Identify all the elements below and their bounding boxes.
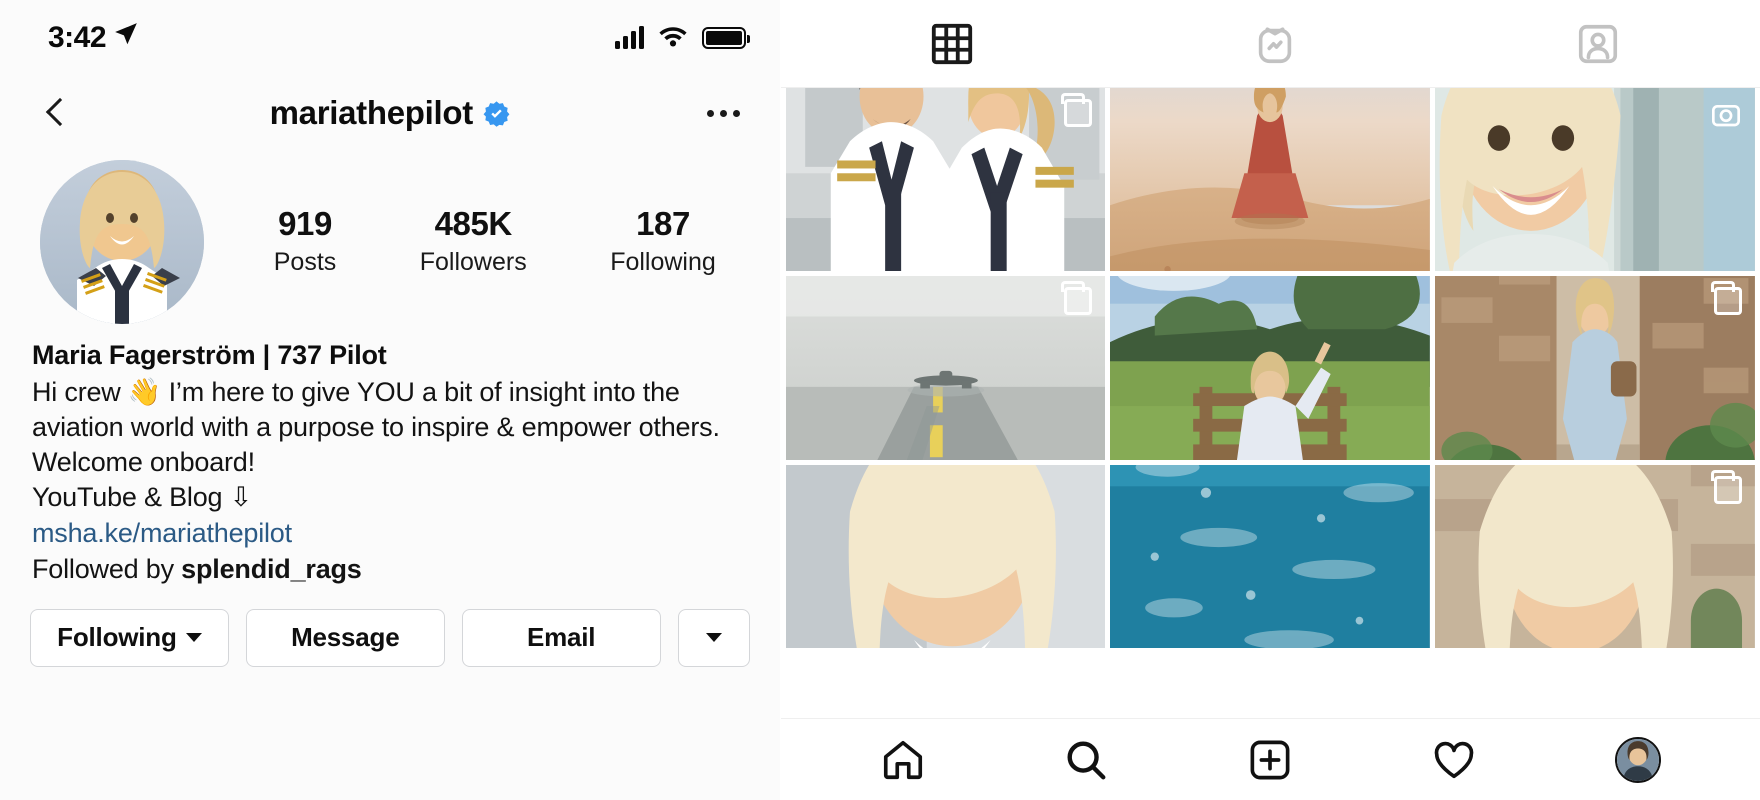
profile-navbar: mariathepilot <box>0 76 780 150</box>
following-label: Following <box>610 248 716 277</box>
bio-line-3: Welcome onboard! <box>32 447 255 478</box>
multi-post-icon <box>1061 281 1093 317</box>
bottom-navigation-bar <box>780 718 1760 800</box>
status-bar: 3:42 <box>0 0 780 76</box>
followed-by-user: splendid_rags <box>181 554 362 585</box>
avatar[interactable] <box>40 160 204 324</box>
status-time-group: 3:42 <box>48 21 139 55</box>
igtv-tab[interactable] <box>1114 0 1437 87</box>
status-icons <box>614 24 750 52</box>
table-row[interactable] <box>1435 88 1755 272</box>
camera-icon <box>1710 99 1742 131</box>
profile-link[interactable]: msha.ke/mariathepilot <box>32 516 748 552</box>
followed-by[interactable]: Followed by splendid_rags <box>32 551 748 589</box>
more-options-icon[interactable] <box>706 109 740 117</box>
chevron-down-icon <box>185 633 202 643</box>
profile-summary-row: 919 Posts 485K Followers 187 Following <box>0 150 780 324</box>
posts-label: Posts <box>273 248 337 277</box>
table-row[interactable] <box>785 464 1106 648</box>
grid-tab[interactable] <box>791 0 1114 87</box>
bio-line-4: YouTube & Blog ⇩ <box>32 482 253 513</box>
table-row[interactable] <box>1110 276 1431 460</box>
table-row[interactable] <box>1435 464 1755 648</box>
location-arrow-icon <box>113 21 139 55</box>
profile-username: mariathepilot <box>269 94 474 131</box>
bio-line-2: aviation world with a purpose to inspire… <box>32 412 720 443</box>
followers-count: 485K <box>434 205 513 243</box>
search-icon[interactable] <box>1063 737 1109 783</box>
chevron-down-icon <box>705 633 722 643</box>
posts-panel <box>779 0 1760 800</box>
table-row[interactable] <box>785 88 1106 272</box>
table-row[interactable] <box>1110 88 1431 272</box>
profile-bio: Maria Fagerström | 737 Pilot Hi crew 👋 I… <box>0 324 780 589</box>
plus-square-icon[interactable] <box>1247 737 1293 783</box>
posts-grid <box>780 88 1760 648</box>
following-button-label: Following <box>57 622 177 653</box>
avatar <box>1615 736 1661 783</box>
back-chevron-icon[interactable] <box>40 98 70 128</box>
multi-post-icon <box>1711 469 1742 506</box>
multi-post-icon <box>1061 93 1093 129</box>
battery-full-icon <box>701 27 750 49</box>
following-button[interactable]: Following <box>30 608 229 667</box>
home-icon[interactable] <box>880 737 926 783</box>
followers-label: Followers <box>419 248 527 277</box>
posts-count: 919 <box>278 205 332 243</box>
table-row[interactable] <box>1435 276 1755 460</box>
stat-posts[interactable]: 919 Posts <box>274 205 337 278</box>
table-row[interactable] <box>785 276 1106 460</box>
cellular-signal-icon <box>614 26 644 49</box>
multi-post-icon <box>1711 281 1742 317</box>
wifi-icon <box>658 24 688 52</box>
profile-action-buttons: Following Message Email <box>0 589 780 667</box>
bio-line-1: Hi crew 👋 I’m here to give YOU a bit of … <box>32 377 680 408</box>
instagram-profile-screen: 3:42 mariathepilot 919 Posts 485K Follow… <box>0 0 1760 800</box>
profile-full-name: Maria Fagerström | 737 Pilot <box>32 340 387 370</box>
table-row[interactable] <box>1110 464 1431 648</box>
status-time: 3:42 <box>48 21 107 54</box>
followed-by-prefix: Followed by <box>32 554 182 585</box>
message-button-label: Message <box>291 622 400 653</box>
profile-tab-bar <box>780 0 1760 88</box>
more-actions-button[interactable] <box>677 608 750 667</box>
profile-username-group: mariathepilot <box>0 94 780 132</box>
message-button[interactable]: Message <box>245 608 445 667</box>
email-button-label: Email <box>526 622 596 653</box>
profile-stats: 919 Posts 485K Followers 187 Following <box>204 205 780 278</box>
stat-followers[interactable]: 485K Followers <box>420 205 527 278</box>
profile-panel: 3:42 mariathepilot 919 Posts 485K Follow… <box>0 0 780 800</box>
heart-icon[interactable] <box>1431 737 1477 783</box>
profile-avatar-icon[interactable] <box>1615 736 1661 783</box>
tagged-tab[interactable] <box>1437 0 1760 87</box>
stat-following[interactable]: 187 Following <box>610 205 716 278</box>
following-count: 187 <box>636 205 690 243</box>
verified-badge-icon <box>483 100 510 127</box>
email-button[interactable]: Email <box>461 608 661 667</box>
